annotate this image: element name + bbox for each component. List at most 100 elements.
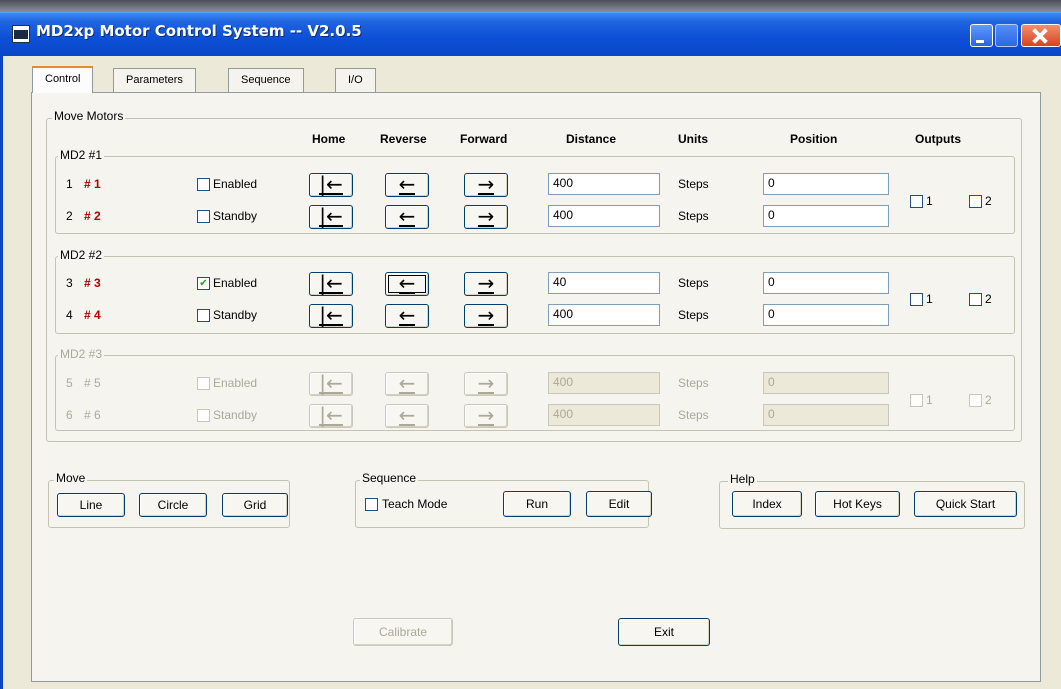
motor-id: # 1: [84, 177, 101, 191]
desktop-strip: [0, 0, 1061, 12]
units-label: Steps: [678, 276, 709, 290]
tab-io[interactable]: I/O: [335, 68, 376, 92]
output-2-checkbox[interactable]: [969, 195, 982, 208]
column-home: Home: [312, 132, 346, 146]
edit-button[interactable]: Edit: [586, 491, 652, 517]
standby-checkbox[interactable]: [197, 409, 210, 422]
minimize-button[interactable]: [970, 24, 993, 47]
checkbox-label: Standby: [213, 209, 258, 223]
maximize-button[interactable]: [995, 24, 1018, 47]
column-reverse: Reverse: [380, 132, 427, 146]
home-button[interactable]: |←: [309, 372, 353, 396]
enabled-checkbox[interactable]: [197, 377, 210, 390]
home-button[interactable]: |←: [309, 173, 353, 197]
right-arrow-icon: →: [477, 370, 495, 395]
forward-button[interactable]: →: [464, 205, 508, 229]
motor-number: 3: [66, 276, 73, 290]
reverse-button[interactable]: ←: [385, 304, 429, 328]
tab-parameters[interactable]: Parameters: [113, 68, 196, 92]
column-outputs: Outputs: [915, 132, 961, 146]
motor-number: 4: [66, 308, 73, 322]
left-arrow-icon: ←: [398, 270, 416, 295]
left-arrow-icon: ←: [398, 302, 416, 327]
move-motors-title: Move Motors: [52, 109, 126, 123]
close-button[interactable]: [1021, 24, 1061, 47]
position-input[interactable]: 0: [763, 372, 889, 394]
home-arrow-icon: |←: [319, 171, 343, 196]
line-button[interactable]: Line: [57, 493, 125, 517]
motor-group-title: MD2 #1: [58, 148, 105, 162]
exit-button[interactable]: Exit: [618, 618, 710, 646]
help-group-title: Help: [728, 472, 757, 486]
output-1-label: 1: [926, 194, 933, 208]
left-arrow-icon: ←: [398, 370, 416, 395]
left-arrow-icon: ←: [398, 171, 416, 196]
right-arrow-icon: →: [477, 302, 495, 327]
standby-checkbox[interactable]: [197, 309, 210, 322]
output-1-checkbox[interactable]: [910, 293, 923, 306]
app-icon: [12, 25, 30, 43]
output-1-label: 1: [926, 292, 933, 306]
forward-button[interactable]: →: [464, 304, 508, 328]
forward-button[interactable]: →: [464, 372, 508, 396]
checkbox-label: Standby: [213, 408, 258, 422]
enabled-checkbox[interactable]: ✔: [197, 277, 210, 290]
hot-keys-button[interactable]: Hot Keys: [815, 491, 900, 517]
forward-button[interactable]: →: [464, 272, 508, 296]
window-frame: [0, 56, 3, 689]
right-arrow-icon: →: [477, 203, 495, 228]
distance-input[interactable]: 400: [548, 304, 660, 326]
tab-sequence[interactable]: Sequence: [228, 68, 304, 92]
checkbox-label: Enabled: [213, 177, 258, 191]
left-arrow-icon: ←: [398, 402, 416, 427]
position-input[interactable]: 0: [763, 173, 889, 195]
position-input[interactable]: 0: [763, 304, 889, 326]
right-arrow-icon: →: [477, 402, 495, 427]
output-2-checkbox[interactable]: [969, 293, 982, 306]
motor-number: 2: [66, 209, 73, 223]
position-input[interactable]: 0: [763, 404, 889, 426]
home-button[interactable]: |←: [309, 272, 353, 296]
position-input[interactable]: 0: [763, 272, 889, 294]
units-label: Steps: [678, 408, 709, 422]
output-2-checkbox[interactable]: [969, 394, 982, 407]
reverse-button[interactable]: ←: [385, 272, 429, 296]
grid-button[interactable]: Grid: [222, 493, 288, 517]
home-button[interactable]: |←: [309, 404, 353, 428]
forward-button[interactable]: →: [464, 173, 508, 197]
home-button[interactable]: |←: [309, 205, 353, 229]
move-group-title: Move: [54, 471, 88, 485]
teach-mode-label: Teach Mode: [382, 497, 448, 511]
enabled-checkbox[interactable]: [197, 178, 210, 191]
distance-input[interactable]: 40: [548, 272, 660, 294]
checkbox-label: Enabled: [213, 376, 258, 390]
reverse-button[interactable]: ←: [385, 372, 429, 396]
output-1-checkbox[interactable]: [910, 394, 923, 407]
reverse-button[interactable]: ←: [385, 404, 429, 428]
position-input[interactable]: 0: [763, 205, 889, 227]
motor-id: # 2: [84, 209, 101, 223]
output-1-checkbox[interactable]: [910, 195, 923, 208]
reverse-button[interactable]: ←: [385, 205, 429, 229]
home-button[interactable]: |←: [309, 304, 353, 328]
distance-input[interactable]: 400: [548, 173, 660, 195]
distance-input[interactable]: 400: [548, 404, 660, 426]
units-label: Steps: [678, 177, 709, 191]
circle-button[interactable]: Circle: [139, 493, 207, 517]
reverse-button[interactable]: ←: [385, 173, 429, 197]
forward-button[interactable]: →: [464, 404, 508, 428]
units-label: Steps: [678, 376, 709, 390]
quick-start-button[interactable]: Quick Start: [914, 491, 1017, 517]
column-position: Position: [790, 132, 838, 146]
right-arrow-icon: →: [477, 270, 495, 295]
standby-checkbox[interactable]: [197, 210, 210, 223]
distance-input[interactable]: 400: [548, 372, 660, 394]
distance-input[interactable]: 400: [548, 205, 660, 227]
index-button[interactable]: Index: [732, 491, 802, 517]
motor-number: 1: [66, 177, 73, 191]
run-button[interactable]: Run: [503, 491, 571, 517]
teach-mode-checkbox[interactable]: [365, 498, 378, 511]
calibrate-button[interactable]: Calibrate: [353, 618, 453, 646]
home-arrow-icon: |←: [319, 402, 343, 427]
tab-control[interactable]: Control: [32, 66, 94, 93]
